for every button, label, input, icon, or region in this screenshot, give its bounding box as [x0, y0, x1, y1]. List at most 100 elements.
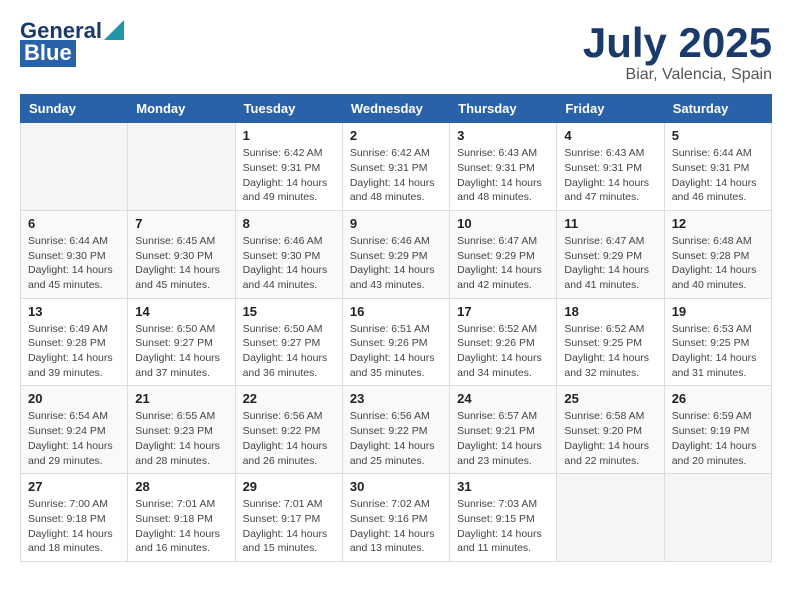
day-number: 1 — [243, 128, 335, 143]
weekday-header-wednesday: Wednesday — [342, 95, 449, 123]
day-number: 18 — [564, 304, 656, 319]
calendar-cell: 20 Sunrise: 6:54 AMSunset: 9:24 PMDayligh… — [21, 386, 128, 474]
day-number: 22 — [243, 391, 335, 406]
calendar-cell — [128, 123, 235, 211]
calendar-cell: 28 Sunrise: 7:01 AMSunset: 9:18 PMDayligh… — [128, 474, 235, 562]
day-number: 15 — [243, 304, 335, 319]
calendar-cell: 16Sunrise: 6:51 AMSunset: 9:26 PMDayligh… — [342, 298, 449, 386]
calendar-cell: 12Sunrise: 6:48 AMSunset: 9:28 PMDayligh… — [664, 210, 771, 298]
calendar-cell: 3 Sunrise: 6:43 AMSunset: 9:31 PMDaylight… — [450, 123, 557, 211]
day-info: Sunrise: 6:56 AMSunset: 9:22 PMDaylight:… — [243, 409, 335, 468]
day-number: 13 — [28, 304, 120, 319]
logo: General Blue — [20, 20, 124, 67]
logo-text: General — [20, 20, 102, 42]
calendar-cell: 30 Sunrise: 7:02 AMSunset: 9:16 PMDayligh… — [342, 474, 449, 562]
calendar-cell: 23Sunrise: 6:56 AMSunset: 9:22 PMDayligh… — [342, 386, 449, 474]
calendar-cell — [557, 474, 664, 562]
weekday-header-thursday: Thursday — [450, 95, 557, 123]
day-number: 28 — [135, 479, 227, 494]
logo-blue: Blue — [20, 40, 76, 67]
day-number: 4 — [564, 128, 656, 143]
day-number: 20 — [28, 391, 120, 406]
calendar-cell: 19Sunrise: 6:53 AMSunset: 9:25 PMDayligh… — [664, 298, 771, 386]
calendar-cell — [664, 474, 771, 562]
day-info: Sunrise: 7:02 AMSunset: 9:16 PMDaylight:… — [350, 497, 442, 556]
calendar-cell: 4Sunrise: 6:43 AMSunset: 9:31 PMDaylight… — [557, 123, 664, 211]
calendar-cell: 17Sunrise: 6:52 AMSunset: 9:26 PMDayligh… — [450, 298, 557, 386]
calendar-cell: 10Sunrise: 6:47 AMSunset: 9:29 PMDayligh… — [450, 210, 557, 298]
calendar-cell: 1 Sunrise: 6:42 AMSunset: 9:31 PMDaylight… — [235, 123, 342, 211]
logo-icon — [104, 20, 124, 40]
calendar-cell: 7 Sunrise: 6:45 AMSunset: 9:30 PMDaylight… — [128, 210, 235, 298]
day-number: 9 — [350, 216, 442, 231]
weekday-header-saturday: Saturday — [664, 95, 771, 123]
calendar-cell: 2Sunrise: 6:42 AMSunset: 9:31 PMDaylight… — [342, 123, 449, 211]
day-info: Sunrise: 6:47 AMSunset: 9:29 PMDaylight:… — [564, 234, 656, 293]
day-number: 25 — [564, 391, 656, 406]
week-row-5: 27 Sunrise: 7:00 AMSunset: 9:18 PMDayligh… — [21, 474, 772, 562]
day-number: 30 — [350, 479, 442, 494]
weekday-header-monday: Monday — [128, 95, 235, 123]
page-header: General Blue July 2025 Biar, Valencia, S… — [20, 20, 772, 84]
day-info: Sunrise: 6:59 AMSunset: 9:19 PMDaylight:… — [672, 409, 764, 468]
day-info: Sunrise: 6:42 AMSunset: 9:31 PMDaylight:… — [243, 146, 335, 205]
calendar-cell: 14Sunrise: 6:50 AMSunset: 9:27 PMDayligh… — [128, 298, 235, 386]
day-number: 21 — [135, 391, 227, 406]
day-info: Sunrise: 6:49 AMSunset: 9:28 PMDaylight:… — [28, 322, 120, 381]
day-info: Sunrise: 6:43 AMSunset: 9:31 PMDaylight:… — [457, 146, 549, 205]
calendar-cell: 27 Sunrise: 7:00 AMSunset: 9:18 PMDayligh… — [21, 474, 128, 562]
calendar-cell: 25 Sunrise: 6:58 AMSunset: 9:20 PMDayligh… — [557, 386, 664, 474]
weekday-header-tuesday: Tuesday — [235, 95, 342, 123]
day-number: 5 — [672, 128, 764, 143]
day-info: Sunrise: 6:54 AMSunset: 9:24 PMDaylight:… — [28, 409, 120, 468]
calendar-cell: 26 Sunrise: 6:59 AMSunset: 9:19 PMDayligh… — [664, 386, 771, 474]
day-info: Sunrise: 6:52 AMSunset: 9:25 PMDaylight:… — [564, 322, 656, 381]
day-info: Sunrise: 6:44 AMSunset: 9:30 PMDaylight:… — [28, 234, 120, 293]
day-number: 17 — [457, 304, 549, 319]
day-info: Sunrise: 7:01 AMSunset: 9:18 PMDaylight:… — [135, 497, 227, 556]
day-info: Sunrise: 6:58 AMSunset: 9:20 PMDaylight:… — [564, 409, 656, 468]
day-info: Sunrise: 6:44 AMSunset: 9:31 PMDaylight:… — [672, 146, 764, 205]
day-info: Sunrise: 7:00 AMSunset: 9:18 PMDaylight:… — [28, 497, 120, 556]
calendar-table: SundayMondayTuesdayWednesdayThursdayFrid… — [20, 94, 772, 562]
day-info: Sunrise: 6:50 AMSunset: 9:27 PMDaylight:… — [243, 322, 335, 381]
day-info: Sunrise: 7:01 AMSunset: 9:17 PMDaylight:… — [243, 497, 335, 556]
week-row-4: 20 Sunrise: 6:54 AMSunset: 9:24 PMDayligh… — [21, 386, 772, 474]
calendar-cell: 5 Sunrise: 6:44 AMSunset: 9:31 PMDaylight… — [664, 123, 771, 211]
weekday-header-row: SundayMondayTuesdayWednesdayThursdayFrid… — [21, 95, 772, 123]
day-info: Sunrise: 6:45 AMSunset: 9:30 PMDaylight:… — [135, 234, 227, 293]
day-info: Sunrise: 6:46 AMSunset: 9:29 PMDaylight:… — [350, 234, 442, 293]
day-info: Sunrise: 6:57 AMSunset: 9:21 PMDaylight:… — [457, 409, 549, 468]
week-row-2: 6 Sunrise: 6:44 AMSunset: 9:30 PMDaylight… — [21, 210, 772, 298]
week-row-3: 13 Sunrise: 6:49 AMSunset: 9:28 PMDayligh… — [21, 298, 772, 386]
day-number: 24 — [457, 391, 549, 406]
weekday-header-sunday: Sunday — [21, 95, 128, 123]
calendar-cell: 9 Sunrise: 6:46 AMSunset: 9:29 PMDaylight… — [342, 210, 449, 298]
day-info: Sunrise: 6:51 AMSunset: 9:26 PMDaylight:… — [350, 322, 442, 381]
day-number: 31 — [457, 479, 549, 494]
day-info: Sunrise: 6:55 AMSunset: 9:23 PMDaylight:… — [135, 409, 227, 468]
day-number: 23 — [350, 391, 442, 406]
calendar-cell: 15 Sunrise: 6:50 AMSunset: 9:27 PMDayligh… — [235, 298, 342, 386]
day-number: 14 — [135, 304, 227, 319]
calendar-cell: 22 Sunrise: 6:56 AMSunset: 9:22 PMDayligh… — [235, 386, 342, 474]
day-number: 8 — [243, 216, 335, 231]
weekday-header-friday: Friday — [557, 95, 664, 123]
calendar-cell: 8 Sunrise: 6:46 AMSunset: 9:30 PMDaylight… — [235, 210, 342, 298]
calendar-cell: 11Sunrise: 6:47 AMSunset: 9:29 PMDayligh… — [557, 210, 664, 298]
week-row-1: 1 Sunrise: 6:42 AMSunset: 9:31 PMDaylight… — [21, 123, 772, 211]
day-number: 27 — [28, 479, 120, 494]
day-info: Sunrise: 7:03 AMSunset: 9:15 PMDaylight:… — [457, 497, 549, 556]
day-number: 3 — [457, 128, 549, 143]
day-number: 12 — [672, 216, 764, 231]
calendar-subtitle: Biar, Valencia, Spain — [583, 66, 772, 84]
day-number: 19 — [672, 304, 764, 319]
calendar-cell: 13 Sunrise: 6:49 AMSunset: 9:28 PMDayligh… — [21, 298, 128, 386]
day-number: 10 — [457, 216, 549, 231]
day-number: 7 — [135, 216, 227, 231]
day-info: Sunrise: 6:46 AMSunset: 9:30 PMDaylight:… — [243, 234, 335, 293]
day-number: 6 — [28, 216, 120, 231]
day-number: 26 — [672, 391, 764, 406]
day-number: 29 — [243, 479, 335, 494]
day-number: 2 — [350, 128, 442, 143]
